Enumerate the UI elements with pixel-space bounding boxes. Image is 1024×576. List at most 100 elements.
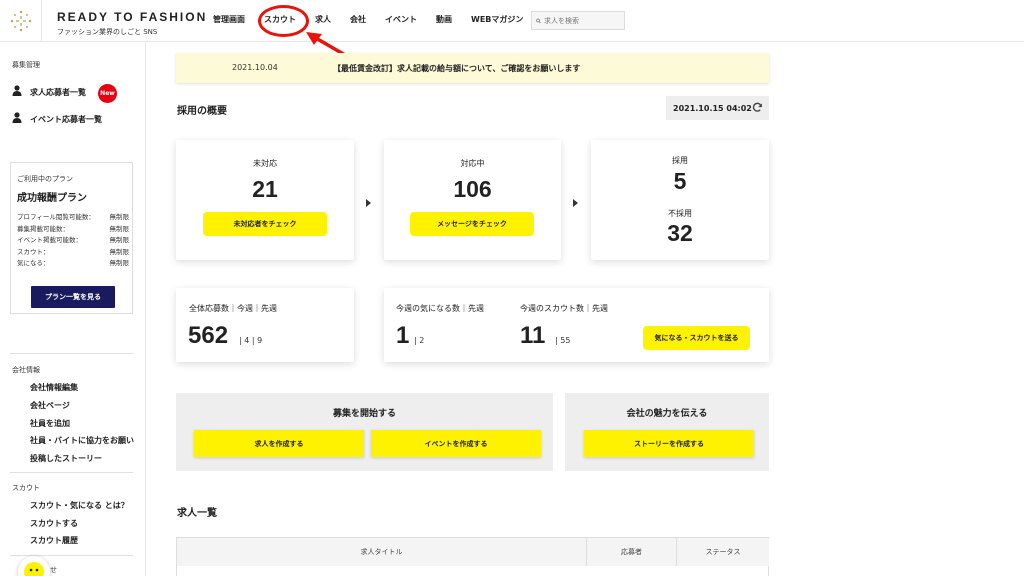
create-job-button[interactable]: 求人を作成する [194,430,364,457]
chat-button[interactable] [18,556,50,576]
fav-breakdown: | 2 [414,336,425,345]
section-scout: スカウト [12,484,40,492]
job-list-title: 求人一覧 [177,508,217,519]
header: READY TO FASHION ファッション業界のしごと SNS 管理画面 ス… [0,0,1024,42]
nav-company[interactable]: 会社 [350,14,366,25]
fav-last-week: 2 [419,336,425,345]
plan-row: イベント掲載可能数： 無制限 [17,234,129,244]
nav-web-magazine[interactable]: WEBマガジン [471,14,523,25]
nav-jobs[interactable]: 求人 [315,14,331,25]
plan-row-value: 無制限 [109,259,130,267]
notice-date: 2021.10.04 [232,63,278,72]
sidebar-item-company-edit[interactable]: 会社情報編集 [30,382,78,393]
scout-breakdown: | 55 [555,336,571,345]
total-applications-breakdown: | 4 | 9 [239,336,263,345]
unhandled-label: 未対応 [253,159,277,168]
person-icon [12,112,22,123]
plan-box: ご利用中のプラン 成功報酬プラン プロフィール閲覧可能数： 無制限 募集掲載可能数… [10,162,133,314]
rejected-label: 不採用 [668,209,692,218]
plan-name: 成功報酬プラン [17,193,87,204]
plan-row-value: 無制限 [109,225,130,233]
plan-row: スカウト： 無制限 [17,246,129,256]
in-progress-label: 対応中 [460,159,485,168]
plan-row: 募集掲載可能数： 無制限 [17,223,129,233]
send-fav-scout-button[interactable]: 気になる・スカウトを送る [643,326,750,350]
last-week-count: 9 [257,336,263,345]
column-header-title: 求人タイトル [177,538,587,566]
search-input[interactable] [544,16,624,25]
hired-label: 採用 [672,156,688,165]
search-icon [536,18,541,23]
smiley-icon [24,562,44,576]
brand-subtitle: ファッション業界のしごと SNS [57,28,158,36]
last-updated: 2021.10.15 04:02 [666,96,769,120]
nav-events[interactable]: イベント [385,14,417,25]
column-header-status: ステータス [677,538,769,566]
plan-row-value: 無制限 [109,236,130,244]
brand[interactable]: READY TO FASHION ファッション業界のしごと SNS [57,10,207,37]
hired-count: 5 [673,168,687,194]
company-appeal-title: 会社の魅力を伝える [626,409,708,419]
check-unhandled-button[interactable]: 未対応者をチェック [203,212,327,236]
section-partial: せ [50,566,57,574]
plan-row-label: プロフィール閲覧可能数： [17,213,95,221]
notice-text[interactable]: 【最低賃金改訂】求人記載の給与額について、ご確認をお願いします [333,63,580,74]
nav-admin[interactable]: 管理画面 [213,14,245,25]
plan-row: 気になる： 無制限 [17,257,129,267]
fav-label: 今週の気になる数｜先週 [396,304,484,313]
in-progress-card: 対応中 106 メッセージをチェック [384,140,561,260]
unhandled-card: 未対応 21 未対応者をチェック [176,140,354,260]
sidebar-item-ask-cooperation[interactable]: 社員・バイトに協力をお願い [30,435,134,446]
sidebar-item-scout[interactable]: スカウトする [30,518,78,529]
start-recruitment-title: 募集を開始する [332,409,396,419]
plan-row: プロフィール閲覧可能数： 無制限 [17,211,129,221]
sidebar-item-event-applicants[interactable]: イベント応募者一覧 [30,114,102,125]
create-event-button[interactable]: イベントを作成する [371,430,541,457]
last-updated-value: 2021.10.15 04:02 [673,103,752,113]
notice-banner[interactable]: 2021.10.04 【最低賃金改訂】求人記載の給与額について、ご確認をお願いし… [176,53,769,83]
divider [10,472,133,473]
new-badge: New [98,84,117,103]
search-box[interactable] [531,11,625,30]
scout-label: 今週のスカウト数｜先週 [520,304,608,313]
scout-last-week: 55 [560,336,571,345]
total-applications-card: 全体応募数｜今週｜先週 562 | 4 | 9 [176,288,354,362]
sidebar-item-posted-stories[interactable]: 投稿したストーリー [30,453,102,464]
fav-scout-card: 今週の気になる数｜先週 1 | 2 今週のスカウト数｜先週 11 | 55 気に… [384,288,769,362]
view-plans-button[interactable]: プラン一覧を見る [31,286,115,308]
hired-card: 採用 5 不採用 32 [591,140,769,260]
in-progress-count: 106 [453,176,492,202]
sidebar: 募集管理 求人応募者一覧 New イベント応募者一覧 ご利用中のプラン 成功報酬… [0,42,146,576]
plan-row-label: イベント掲載可能数： [17,236,82,244]
sidebar-item-applicants[interactable]: 求人応募者一覧 [30,87,86,98]
sidebar-item-scout-history[interactable]: スカウト履歴 [30,535,78,546]
sidebar-item-about-scout[interactable]: スカウト・気になる とは？ [30,500,129,511]
create-story-button[interactable]: ストーリーを作成する [584,430,754,457]
logo[interactable] [0,0,42,42]
job-table: 求人タイトル 応募者 ステータス [176,537,769,576]
chevron-right-icon [366,199,371,207]
plan-row-value: 無制限 [109,248,130,256]
this-week-count: 4 [244,336,250,345]
plan-caption: ご利用中のプラン [17,175,73,183]
overview-title: 採用の概要 [177,106,227,117]
plan-row-value: 無制限 [109,213,130,221]
section-recruit: 募集管理 [12,61,40,69]
unhandled-count: 21 [252,176,278,202]
start-recruitment-panel: 募集を開始する 求人を作成する イベントを作成する [176,393,553,471]
refresh-icon[interactable] [752,102,763,113]
plan-row-label: 気になる： [17,259,50,267]
divider [10,353,133,354]
sidebar-item-company-page[interactable]: 会社ページ [30,400,70,411]
plan-row-label: スカウト： [17,248,50,256]
total-applications-label: 全体応募数｜今週｜先週 [189,304,277,313]
chevron-right-icon [573,199,578,207]
scout-count: 11 [520,322,546,349]
sidebar-item-add-employee[interactable]: 社員を追加 [30,418,70,429]
logo-icon [10,10,31,32]
check-messages-button[interactable]: メッセージをチェック [410,212,534,236]
company-appeal-panel: 会社の魅力を伝える ストーリーを作成する [565,393,769,471]
person-icon [12,85,22,96]
fav-count: 1 [396,322,410,349]
nav-videos[interactable]: 動画 [436,14,452,25]
